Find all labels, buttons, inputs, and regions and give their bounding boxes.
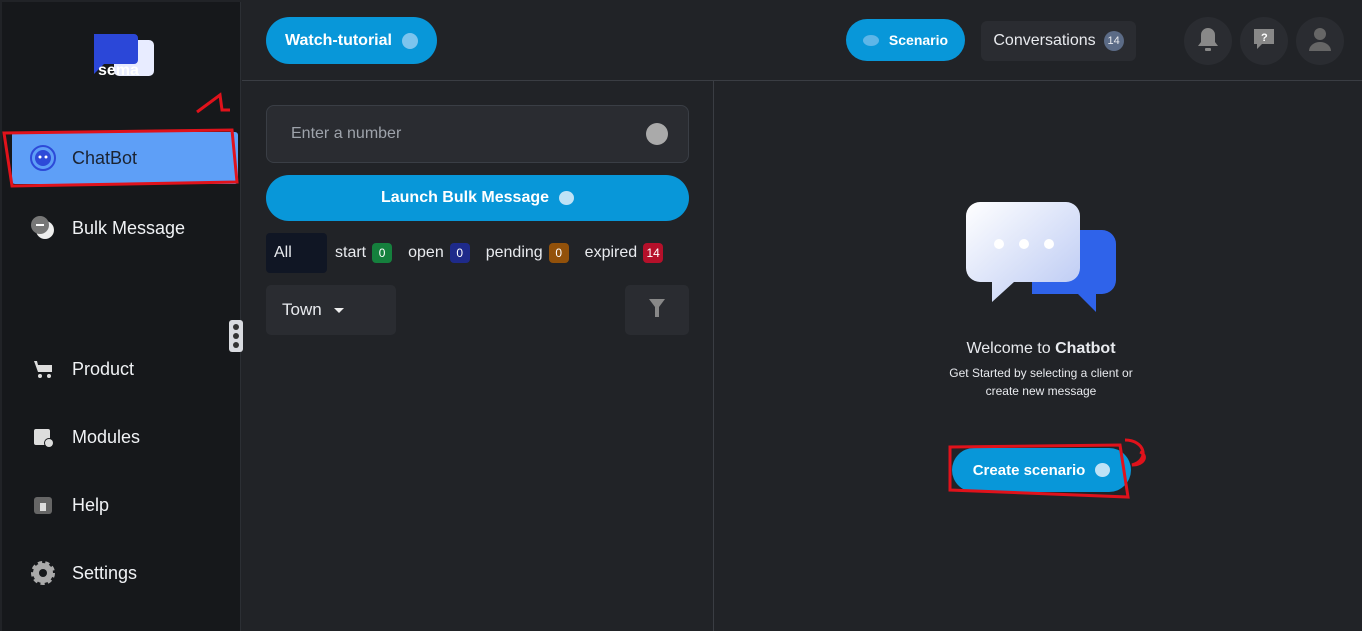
sidebar-item-chatbot[interactable]: ChatBot xyxy=(12,132,238,184)
panel-divider xyxy=(713,81,714,631)
count-badge: 0 xyxy=(548,243,569,263)
count-badge: 14 xyxy=(643,243,664,263)
launch-bulk-label: Launch Bulk Message xyxy=(380,189,550,206)
caret-down-icon xyxy=(333,307,344,313)
conversations-count-badge: 14 xyxy=(1103,31,1124,51)
count-badge: 0 xyxy=(449,243,470,263)
svg-text:sema: sema xyxy=(98,62,139,78)
cart-icon xyxy=(28,354,58,384)
welcome-bold: Chatbot xyxy=(1055,340,1116,357)
filter-icon xyxy=(647,297,667,324)
sidebar-item-product[interactable]: Product xyxy=(12,343,238,395)
bell-icon xyxy=(1197,26,1219,57)
play-icon xyxy=(401,32,418,49)
create-scenario-button[interactable]: Create scenario xyxy=(952,448,1131,492)
search-dot-icon[interactable] xyxy=(646,123,668,145)
watch-tutorial-button[interactable]: Watch-tutorial xyxy=(266,17,437,64)
welcome-line-2: create new message xyxy=(985,384,1097,398)
scenario-label: Scenario xyxy=(888,32,949,48)
conversations-button[interactable]: Conversations 14 xyxy=(981,21,1136,61)
tab-all[interactable]: All xyxy=(266,233,327,273)
filter-button[interactable] xyxy=(625,285,689,335)
help-button[interactable]: ? xyxy=(1240,17,1288,65)
tab-label: pending xyxy=(485,244,543,261)
scenario-button[interactable]: Scenario xyxy=(846,19,965,61)
help-box-icon xyxy=(28,490,58,520)
tab-label: open xyxy=(408,244,444,261)
sidebar: sema ChatBot Bulk Message Product Module… xyxy=(2,2,243,631)
tab-pending[interactable]: pending 0 xyxy=(486,233,569,273)
profile-button[interactable] xyxy=(1296,17,1344,65)
welcome-line-1: Get Started by selecting a client or xyxy=(949,366,1133,380)
eye-icon xyxy=(862,34,879,46)
gear-icon xyxy=(28,558,58,588)
sidebar-item-label: Product xyxy=(72,358,135,379)
create-scenario-label: Create scenario xyxy=(972,461,1086,479)
calendar-add-icon xyxy=(28,422,58,452)
count-badge: 0 xyxy=(372,243,393,263)
sidebar-item-modules[interactable]: Modules xyxy=(12,411,238,463)
welcome-block: Welcome to Chatbot Get Started by select… xyxy=(900,340,1182,400)
user-avatar-icon xyxy=(1307,26,1333,57)
sidebar-item-label: Settings xyxy=(72,562,138,583)
robot-icon xyxy=(28,143,58,173)
conversations-label: Conversations xyxy=(993,32,1096,49)
tab-start[interactable]: start 0 xyxy=(335,233,393,273)
tab-open[interactable]: open 0 xyxy=(408,233,470,273)
chat-bubble-icon xyxy=(559,191,575,205)
sidebar-item-bulk-message[interactable]: Bulk Message xyxy=(12,202,238,254)
svg-text:?: ? xyxy=(1261,32,1268,44)
chat-bubble-icon xyxy=(1095,463,1111,477)
sidebar-item-label: Help xyxy=(72,494,110,515)
sidebar-item-label: Bulk Message xyxy=(72,217,186,238)
town-dropdown[interactable]: Town xyxy=(266,285,396,335)
sidebar-item-label: ChatBot xyxy=(72,147,138,168)
welcome-title: Welcome to Chatbot xyxy=(900,340,1182,358)
town-label: Town xyxy=(282,300,322,319)
status-tabs: All start 0 open 0 pending 0 expired 14 xyxy=(266,233,679,273)
sidebar-item-settings[interactable]: Settings xyxy=(12,547,238,599)
sidebar-item-help[interactable]: Help xyxy=(12,479,238,531)
top-bar: Watch-tutorial Scenario Conversations 14… xyxy=(242,0,1362,81)
sema-logo: sema xyxy=(94,34,154,78)
tab-label: expired xyxy=(584,244,638,261)
question-bubble-icon: ? xyxy=(1251,26,1277,57)
tab-label: All xyxy=(274,244,292,261)
welcome-prefix: Welcome to xyxy=(966,340,1056,357)
tab-label: start xyxy=(335,244,367,261)
chat-illustration xyxy=(966,202,1116,312)
number-input[interactable]: Enter a number xyxy=(266,105,689,163)
launch-bulk-message-button[interactable]: Launch Bulk Message xyxy=(266,175,689,221)
number-input-placeholder: Enter a number xyxy=(291,125,402,142)
tab-expired[interactable]: expired 14 xyxy=(584,233,664,273)
watch-tutorial-label: Watch-tutorial xyxy=(285,31,392,49)
sidebar-item-label: Modules xyxy=(72,426,141,447)
notifications-button[interactable] xyxy=(1184,17,1232,65)
chat-bubbles-icon xyxy=(28,213,58,243)
